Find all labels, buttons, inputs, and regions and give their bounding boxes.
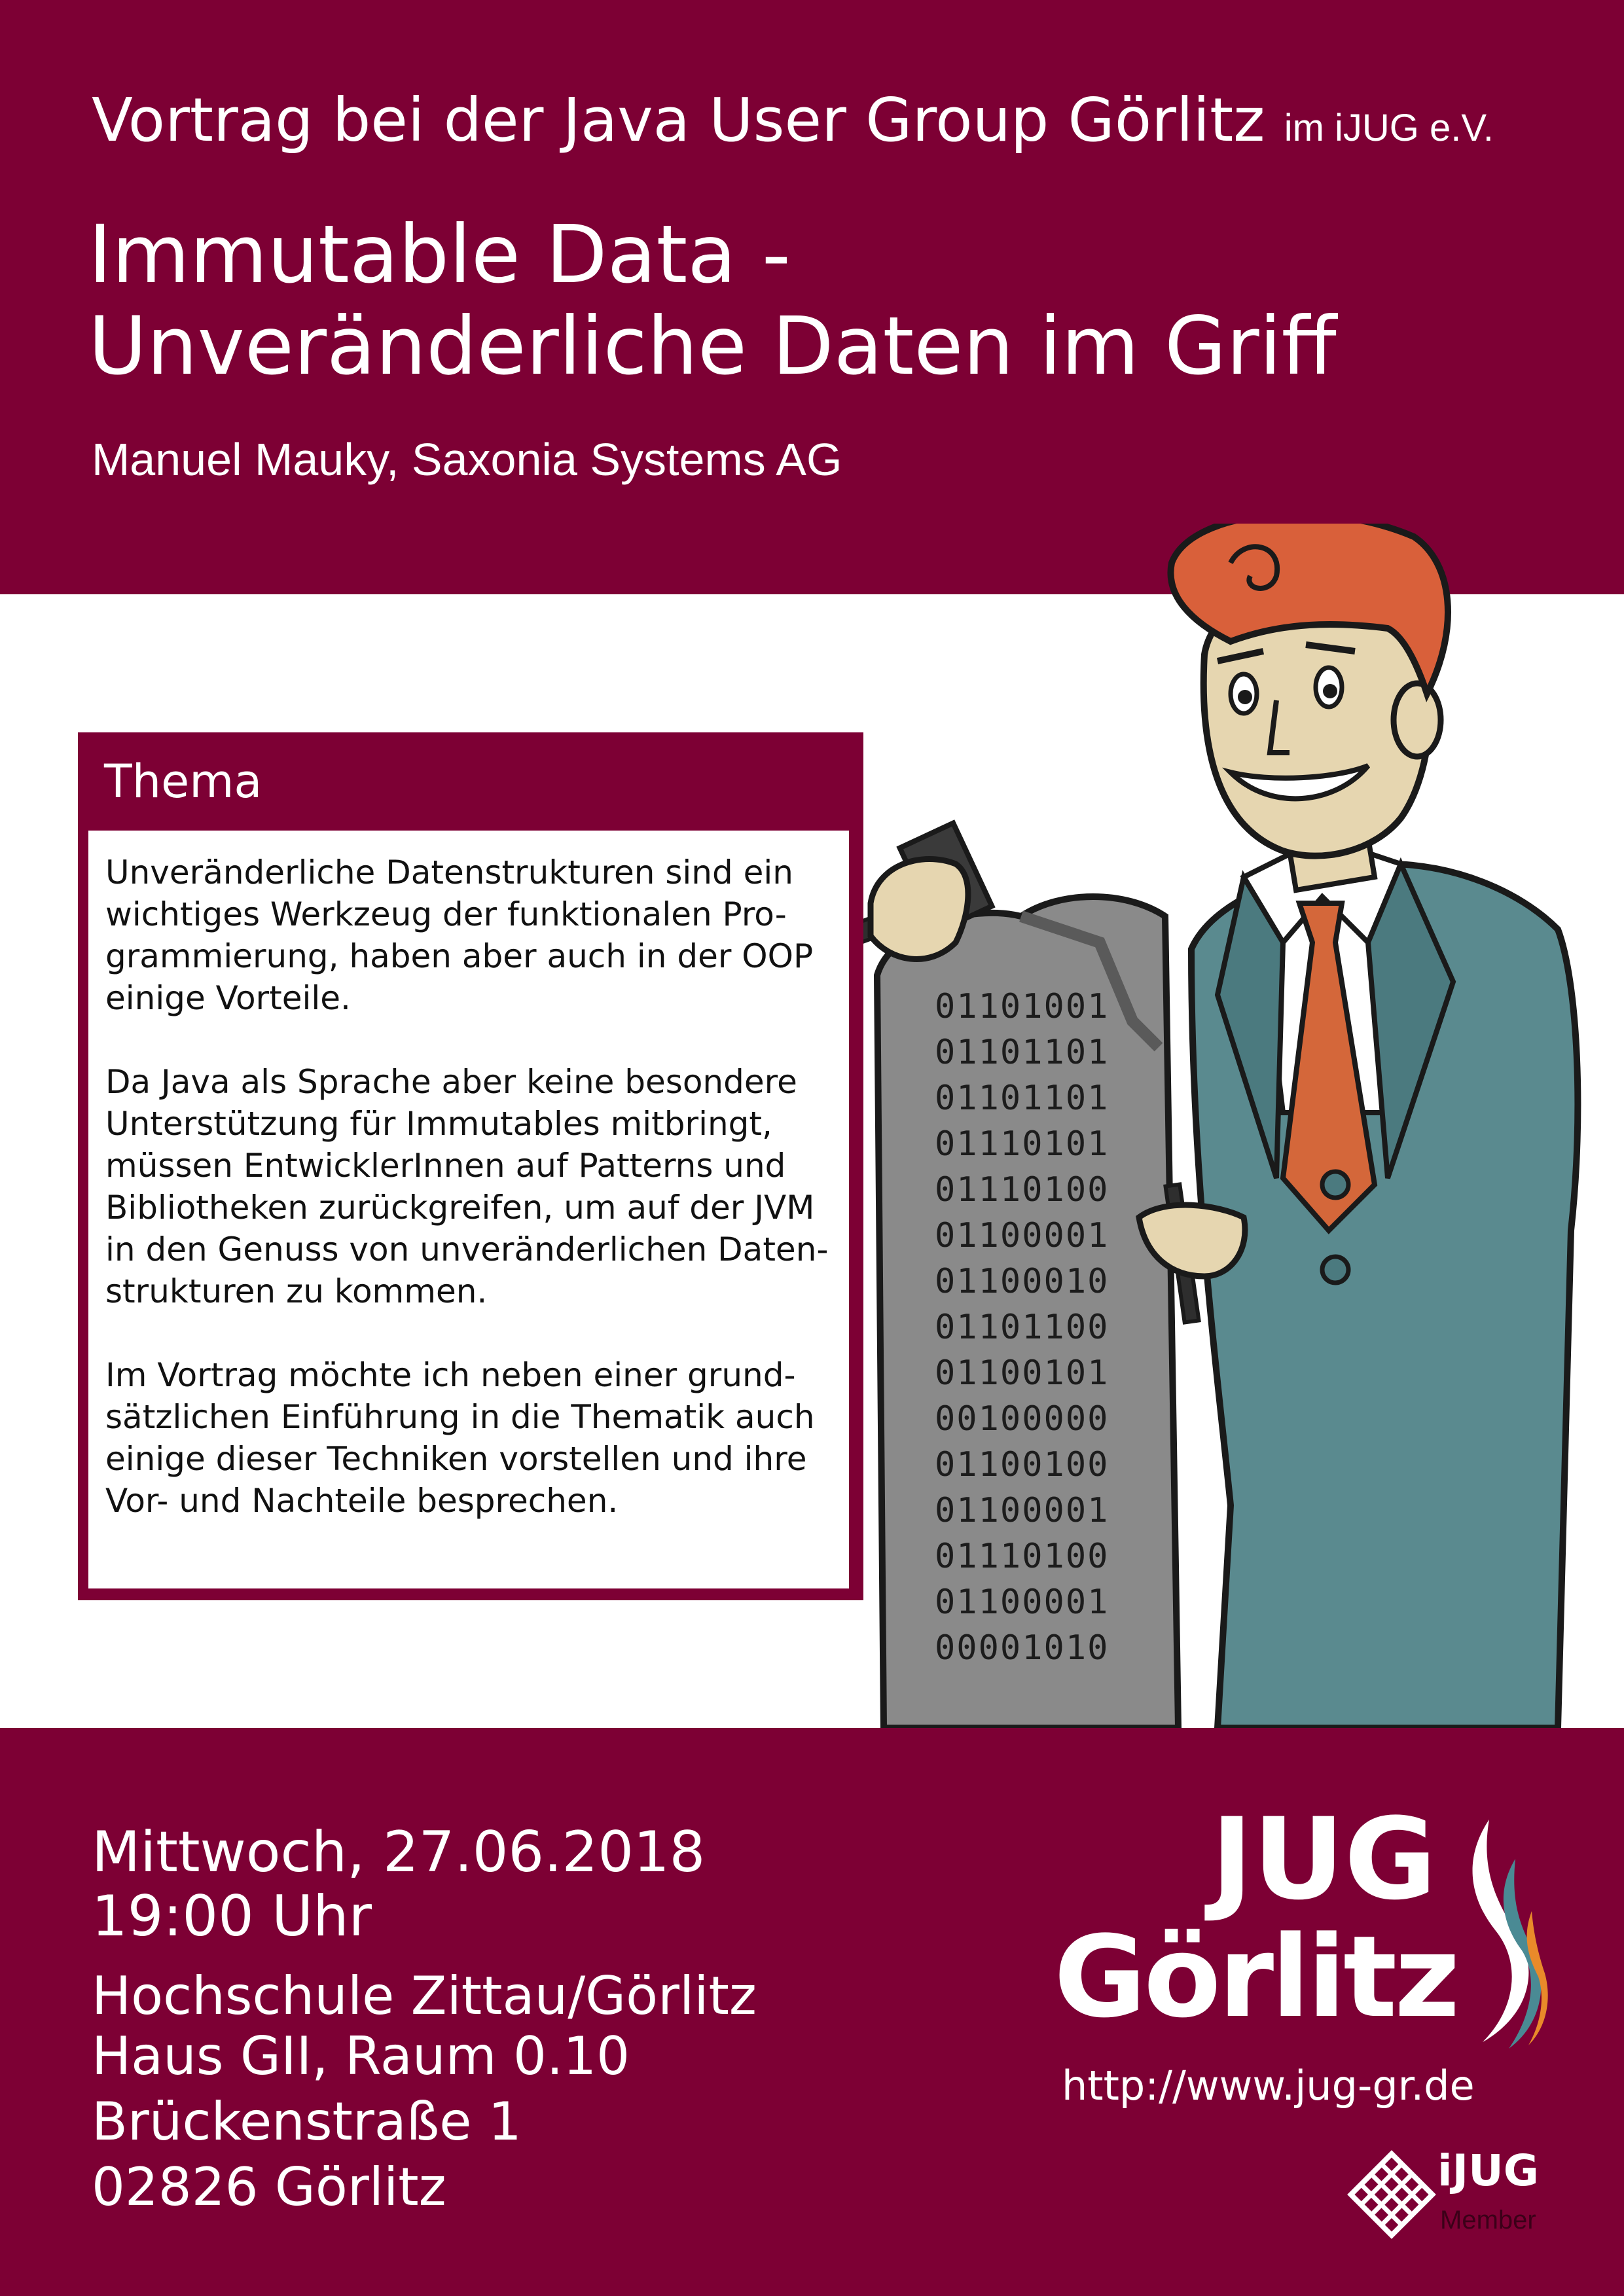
binary-line: 01100010 (935, 1262, 1110, 1301)
binary-line: 01101101 (935, 1033, 1110, 1072)
binary-line: 01110101 (935, 1124, 1110, 1164)
topic-line: in den Genuss von unveränderlichen Daten… (105, 1230, 829, 1268)
topic-paragraph-2: Da Java als Sprache aber keine besondere… (105, 1061, 839, 1312)
topic-line: strukturen zu kommen. (105, 1272, 488, 1310)
venue-line: 02826 Görlitz (92, 2157, 446, 2217)
binary-line: 01110100 (935, 1170, 1110, 1210)
ijug-logo-icon (1347, 2150, 1436, 2239)
jug-logo-city: Görlitz (1054, 1911, 1460, 2043)
flame-logo-icon (1472, 1820, 1548, 2049)
topic-line: einige dieser Techniken vorstellen und i… (105, 1440, 807, 1478)
binary-line: 01100001 (935, 1216, 1110, 1255)
topic-paragraph-3: Im Vortrag möchte ich neben einer grund-… (105, 1354, 839, 1522)
talk-title-line2: Unveränderliche Daten im Griff (88, 300, 1337, 393)
topic-line: grammierung, haben aber auch in der OOP (105, 937, 814, 975)
event-line: Vortrag bei der Java User Group Görlitz … (92, 85, 1494, 155)
ijug-label: iJUG (1437, 2145, 1539, 2196)
venue-line: Haus GII, Raum 0.10 (92, 2026, 630, 2087)
topic-line: Da Java als Sprache aber keine besondere (105, 1063, 797, 1101)
event-date: Mittwoch, 27.06.2018 (92, 1820, 706, 1885)
binary-line: 01101001 (935, 987, 1110, 1026)
header-band: Vortrag bei der Java User Group Görlitz … (0, 0, 1624, 594)
venue-line: Hochschule Zittau/Görlitz (92, 1965, 757, 2026)
topic-line: Im Vortrag möchte ich neben einer grund- (105, 1356, 796, 1394)
venue-line: Brückenstraße 1 (92, 2091, 522, 2152)
ijug-member-label: Member (1440, 2206, 1536, 2234)
binary-line: 00001010 (935, 1628, 1110, 1668)
binary-line: 00100000 (935, 1399, 1110, 1439)
topic-paragraph-1: Unveränderliche Datenstrukturen sind ein… (105, 852, 839, 1019)
talk-title-line1: Immutable Data - (88, 208, 791, 301)
topic-line: sätzlichen Einführung in die Thematik au… (105, 1398, 815, 1436)
binary-line: 01101101 (935, 1079, 1110, 1118)
event-main: Vortrag bei der Java User Group Görlitz (92, 85, 1265, 155)
binary-line: 01100100 (935, 1445, 1110, 1484)
website-link[interactable]: http://www.jug-gr.de (1062, 2062, 1475, 2109)
topic-line: müssen EntwicklerInnen auf Patterns und (105, 1147, 786, 1185)
binary-line: 01110100 (935, 1537, 1110, 1576)
topic-heading: Thema (104, 755, 262, 808)
topic-line: wichtiges Werkzeug der funktionalen Pro- (105, 895, 787, 933)
jug-logo-text: JUG (1211, 1793, 1437, 1925)
event-suffix: im iJUG e.V. (1284, 107, 1494, 149)
binary-line: 01101100 (935, 1308, 1110, 1347)
binary-line: 01100001 (935, 1491, 1110, 1530)
topic-line: Unterstützung für Immutables mitbringt, (105, 1105, 772, 1143)
binary-line: 01100001 (935, 1583, 1110, 1622)
topic-line: Vor- und Nachteile besprechen. (105, 1482, 619, 1520)
topic-line: Unveränderliche Datenstrukturen sind ein (105, 853, 793, 891)
speaker: Manuel Mauky, Saxonia Systems AG (92, 434, 842, 485)
binary-line: 01100101 (935, 1354, 1110, 1393)
topic-line: Bibliotheken zurückgreifen, um auf der J… (105, 1189, 815, 1227)
topic-content: Unveränderliche Datenstrukturen sind ein… (88, 831, 849, 1588)
topic-line: einige Vorteile. (105, 979, 351, 1017)
left-hand (867, 856, 971, 962)
topic-box: Thema Unveränderliche Datenstrukturen si… (78, 732, 863, 1600)
event-time: 19:00 Uhr (92, 1884, 372, 1949)
